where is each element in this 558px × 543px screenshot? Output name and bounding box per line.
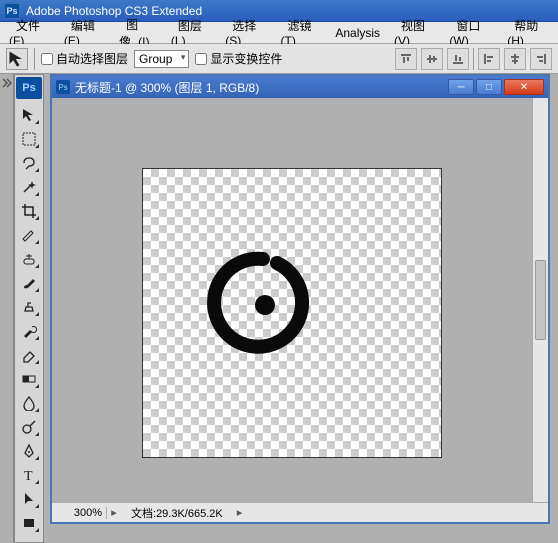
auto-select-layer-label: 自动选择图层: [56, 50, 128, 67]
rectangle-tool[interactable]: [17, 512, 41, 534]
scrollbar-thumb[interactable]: [535, 260, 546, 340]
canvas[interactable]: [142, 168, 442, 458]
minimize-button[interactable]: ─: [448, 79, 474, 95]
doc-info-value: 29.3K/665.2K: [156, 508, 223, 520]
toolbox: Ps T: [14, 74, 44, 543]
document-window: Ps 无标题-1 @ 300% (图层 1, RGB/8) ─ □ ✕: [50, 74, 550, 524]
history-brush-tool[interactable]: [17, 320, 41, 342]
maximize-button[interactable]: □: [476, 79, 502, 95]
magic-wand-tool[interactable]: [17, 176, 41, 198]
show-transform-label: 显示变换控件: [210, 50, 282, 67]
separator: [473, 48, 474, 70]
zoom-level[interactable]: 300%: [52, 507, 107, 519]
auto-select-layer-checkbox[interactable]: 自动选择图层: [41, 50, 128, 67]
current-tool-indicator[interactable]: [6, 48, 28, 70]
path-selection-tool[interactable]: [17, 488, 41, 510]
healing-brush-tool[interactable]: [17, 248, 41, 270]
doc-info-label: 文档:: [131, 508, 156, 520]
clone-stamp-tool[interactable]: [17, 296, 41, 318]
document-area: Ps 无标题-1 @ 300% (图层 1, RGB/8) ─ □ ✕: [44, 74, 558, 543]
dock-expand-strip[interactable]: [0, 74, 14, 543]
show-transform-checkbox[interactable]: 显示变换控件: [195, 50, 282, 67]
align-hcenter-icon[interactable]: [504, 48, 526, 70]
svg-text:T: T: [24, 469, 33, 483]
close-button[interactable]: ✕: [504, 79, 544, 95]
dodge-tool[interactable]: [17, 416, 41, 438]
brush-tool[interactable]: [17, 272, 41, 294]
app-window: Ps Adobe Photoshop CS3 Extended 文件(F) 编辑…: [0, 0, 558, 543]
expand-icon: [2, 78, 12, 88]
group-select[interactable]: Group: [134, 50, 189, 68]
separator: [34, 48, 35, 70]
document-titlebar[interactable]: Ps 无标题-1 @ 300% (图层 1, RGB/8) ─ □ ✕: [52, 76, 548, 98]
doc-info[interactable]: 文档:29.3K/665.2K: [121, 505, 233, 521]
statusbar: 300% ▸ 文档:29.3K/665.2K ▸: [52, 502, 548, 522]
doc-icon: Ps: [56, 80, 70, 94]
zoom-flyout-icon[interactable]: ▸: [107, 506, 121, 519]
slice-tool[interactable]: [17, 224, 41, 246]
align-right-icon[interactable]: [530, 48, 552, 70]
marquee-tool[interactable]: [17, 128, 41, 150]
canvas-drawing: [203, 249, 323, 359]
options-bar: 自动选择图层 Group 显示变换控件: [0, 44, 558, 74]
move-tool[interactable]: [17, 104, 41, 126]
menubar: 文件(F) 编辑(E) 图像(I) 图层(L) 选择(S) 滤镜(T) Anal…: [0, 22, 558, 44]
align-vcenter-icon[interactable]: [421, 48, 443, 70]
menu-analysis[interactable]: Analysis: [328, 24, 387, 42]
vertical-scrollbar[interactable]: [532, 98, 548, 502]
eraser-tool[interactable]: [17, 344, 41, 366]
pen-tool[interactable]: [17, 440, 41, 462]
toolbox-ps-badge: Ps: [16, 77, 42, 99]
docinfo-flyout-icon[interactable]: ▸: [233, 506, 247, 519]
align-left-icon[interactable]: [478, 48, 500, 70]
lasso-tool[interactable]: [17, 152, 41, 174]
document-title: 无标题-1 @ 300% (图层 1, RGB/8): [75, 79, 448, 96]
crop-tool[interactable]: [17, 200, 41, 222]
align-bottom-icon[interactable]: [447, 48, 469, 70]
document-body[interactable]: [52, 98, 548, 522]
workspace: Ps T Ps 无标题-1 @ 300% (图: [0, 74, 558, 543]
blur-tool[interactable]: [17, 392, 41, 414]
type-tool[interactable]: T: [17, 464, 41, 486]
gradient-tool[interactable]: [17, 368, 41, 390]
align-top-icon[interactable]: [395, 48, 417, 70]
